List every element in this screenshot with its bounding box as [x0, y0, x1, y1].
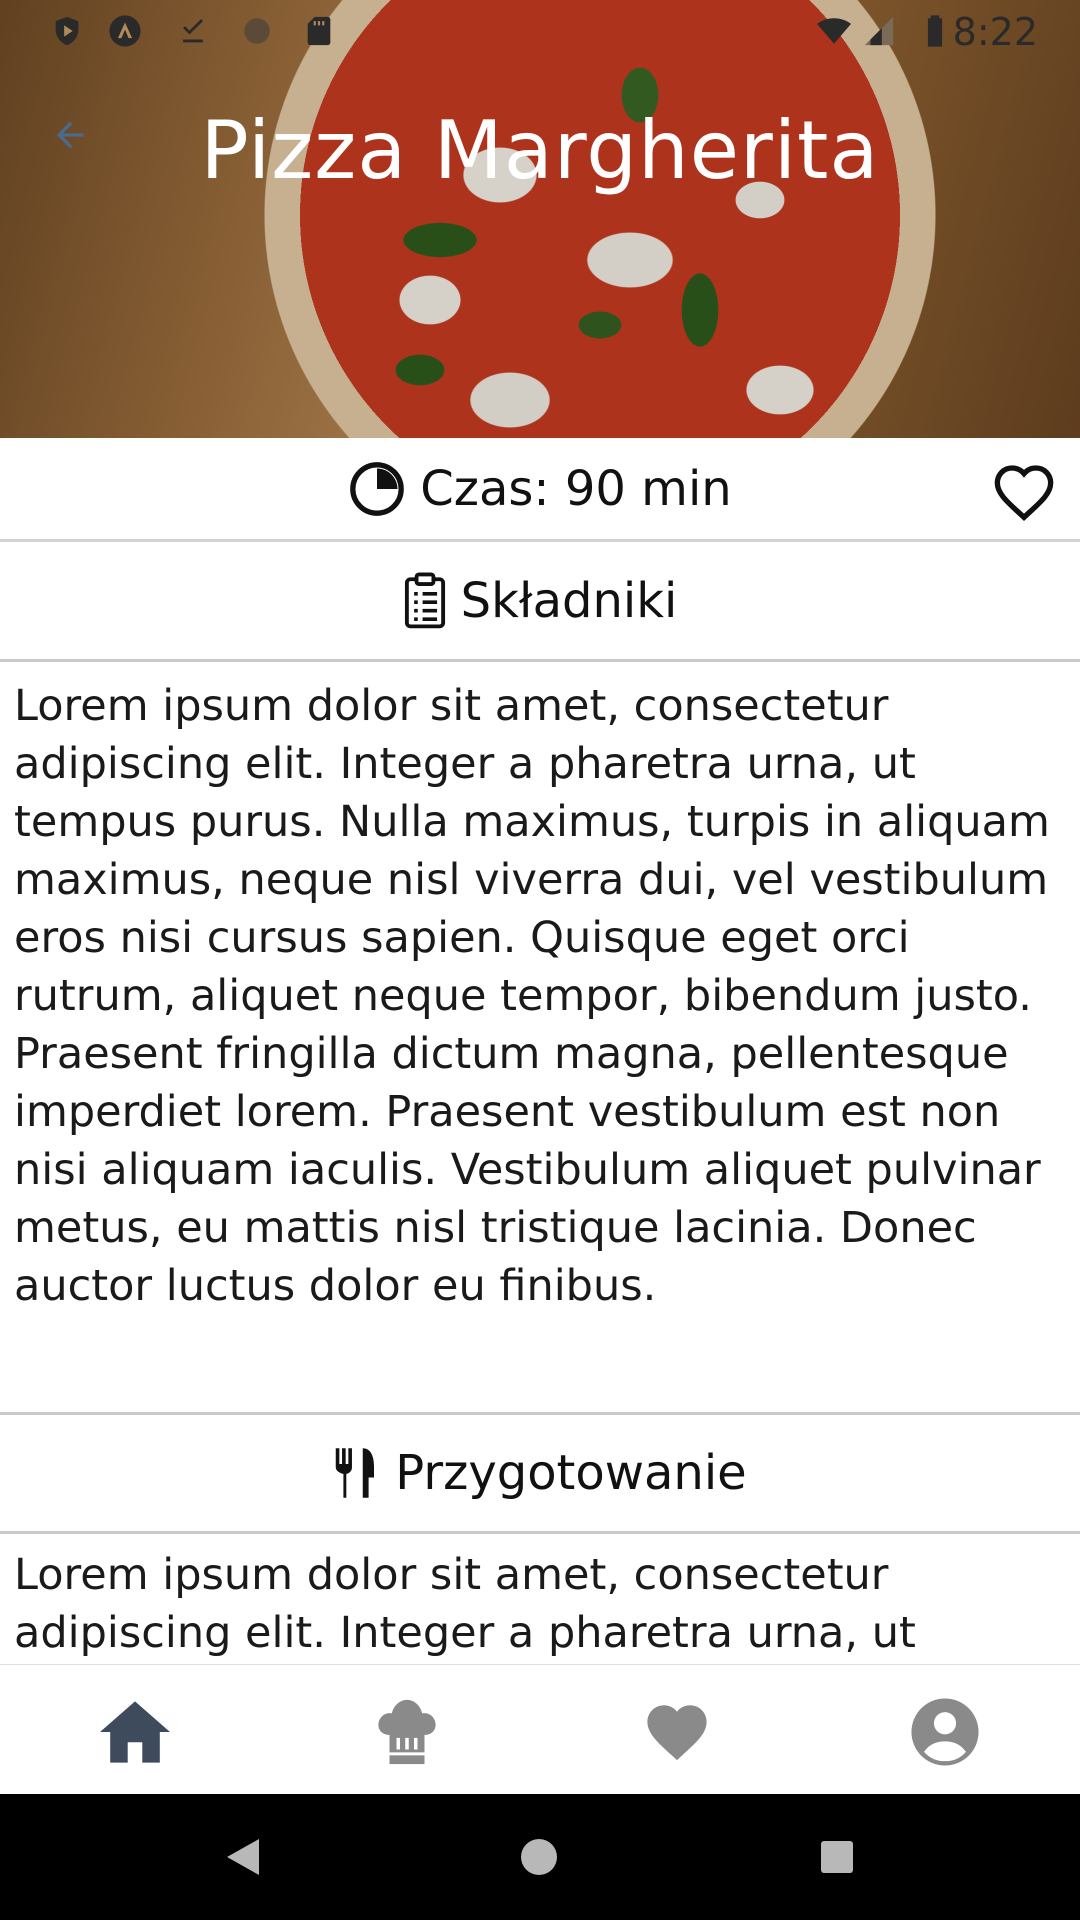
system-navigation-bar — [0, 1794, 1080, 1920]
heart-icon — [647, 1705, 707, 1761]
utensils-icon — [336, 1448, 375, 1498]
battery-icon — [927, 15, 943, 47]
nav-favorites[interactable] — [640, 1695, 714, 1769]
bottom-navigation — [0, 1664, 1080, 1795]
nav-home[interactable] — [98, 1695, 172, 1769]
cook-time-text: Czas: 90 min — [420, 461, 732, 517]
ingredients-header: Składniki — [0, 542, 1080, 662]
circle-icon — [244, 18, 270, 44]
sd-card-icon — [307, 16, 331, 46]
nav-recipes[interactable] — [370, 1695, 444, 1769]
favorite-button[interactable] — [992, 462, 1056, 522]
ingredients-title: Składniki — [460, 572, 678, 629]
triangle-back-icon — [227, 1839, 259, 1875]
account-icon — [911, 1698, 979, 1766]
download-done-icon — [183, 19, 203, 43]
preparation-text: Lorem ipsum dolor sit amet, consectetur … — [14, 1550, 916, 1658]
square-recents-icon — [821, 1841, 853, 1873]
preparation-title: Przygotowanie — [395, 1445, 747, 1501]
shield-play-icon — [55, 16, 79, 46]
home-icon — [100, 1701, 170, 1763]
nav-profile[interactable] — [908, 1695, 982, 1769]
recipe-title: Pizza Margherita — [200, 104, 880, 197]
heart-outline-icon — [994, 465, 1054, 521]
status-bar: 8:22 — [0, 0, 1080, 64]
time-row: Czas: 90 min — [0, 438, 1080, 542]
app-notification-icon — [109, 15, 141, 47]
cell-signal-icon — [864, 16, 894, 46]
status-time: 8:22 — [952, 10, 1038, 54]
system-recents-button[interactable] — [812, 1832, 862, 1882]
clipboard-list-icon — [404, 571, 445, 628]
clock-pie-icon — [350, 462, 405, 516]
system-home-button[interactable] — [514, 1832, 564, 1882]
chef-hat-icon — [378, 1699, 436, 1765]
recipe-hero-image: 8:22 Pizza Margherita — [0, 0, 1080, 438]
cook-time: Czas: 90 min — [0, 460, 1080, 518]
preparation-header: Przygotowanie — [0, 1412, 1080, 1534]
ingredients-text: Lorem ipsum dolor sit amet, consectetur … — [14, 681, 1050, 1311]
wifi-icon — [817, 18, 851, 44]
circle-home-icon — [521, 1839, 557, 1875]
system-back-button[interactable] — [218, 1832, 268, 1882]
